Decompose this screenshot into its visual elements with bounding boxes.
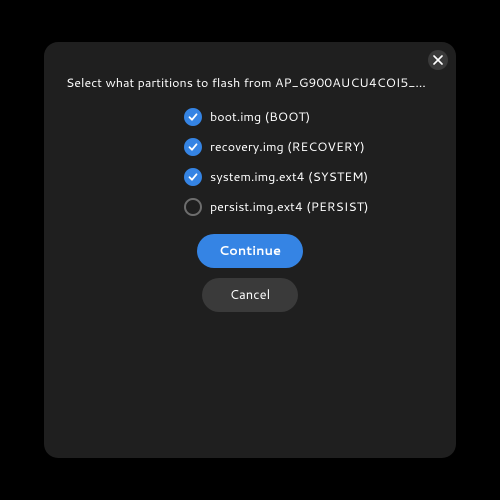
partition-label: boot.img (BOOT) [210, 108, 310, 126]
checkbox-unchecked-icon [184, 198, 202, 216]
checkbox-checked-icon [184, 168, 202, 186]
partition-option-recovery[interactable]: recovery.img (RECOVERY) [184, 138, 365, 156]
partition-option-system[interactable]: system.img.ext4 (SYSTEM) [184, 168, 368, 186]
partition-label: recovery.img (RECOVERY) [210, 138, 365, 156]
checkbox-checked-icon [184, 138, 202, 156]
partition-option-persist[interactable]: persist.img.ext4 (PERSIST) [184, 198, 369, 216]
checkbox-checked-icon [184, 108, 202, 126]
partition-label: persist.img.ext4 (PERSIST) [210, 198, 369, 216]
partition-options: boot.img (BOOT) recovery.img (RECOVERY) … [66, 108, 434, 216]
flash-partitions-dialog: Select what partitions to flash from AP_… [44, 42, 456, 458]
cancel-button[interactable]: Cancel [202, 278, 298, 312]
continue-button[interactable]: Continue [197, 234, 303, 268]
dialog-heading: Select what partitions to flash from AP_… [66, 74, 434, 92]
close-button[interactable] [428, 50, 448, 70]
partition-label: system.img.ext4 (SYSTEM) [210, 168, 368, 186]
partition-option-boot[interactable]: boot.img (BOOT) [184, 108, 310, 126]
dialog-actions: Continue Cancel [66, 234, 434, 312]
close-icon [433, 55, 443, 65]
